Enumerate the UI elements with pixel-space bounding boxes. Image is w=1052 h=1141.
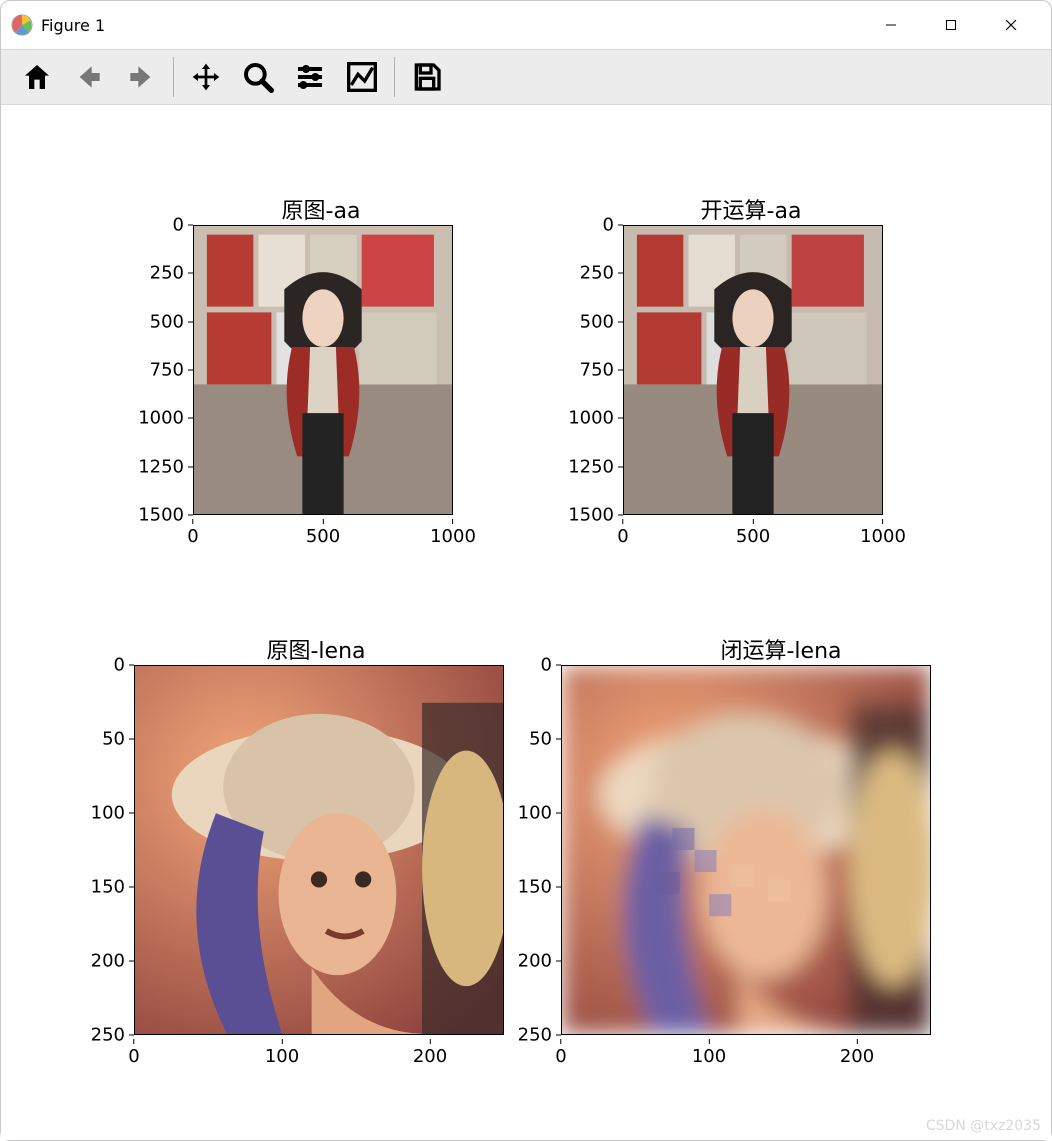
axes-image [561,665,931,1035]
toolbar-separator [394,57,395,97]
back-button[interactable] [65,55,113,99]
maximize-button[interactable] [921,1,981,49]
image-placeholder [194,226,452,514]
titlebar: Figure 1 [1,1,1051,49]
tick-label: 0 [603,215,614,236]
y-axis-ticks: 0 50 100 150 200 250 [483,665,561,1035]
tick-label: 250 [518,1025,552,1046]
forward-button[interactable] [117,55,165,99]
tick-label: 200 [518,951,552,972]
tick-label: 500 [150,311,184,332]
tick-label: 0 [555,1046,566,1067]
figure-window: Figure 1 [0,0,1052,1141]
subplot-3: 闭运算-lena [521,635,981,1075]
home-button[interactable] [13,55,61,99]
axes-image [193,225,453,515]
x-axis-ticks: 0 100 200 [561,1035,931,1065]
y-axis-ticks: 0 50 100 150 200 250 [56,665,134,1035]
watermark: CSDN @txz2035 [926,1118,1041,1134]
tick-label: 1500 [138,505,184,526]
x-axis-ticks: 0 100 200 [134,1035,504,1065]
tick-label: 0 [128,1046,139,1067]
home-icon [21,61,53,93]
tick-label: 1000 [430,526,476,547]
tick-label: 100 [518,803,552,824]
zoom-icon [242,61,274,93]
tick-label: 0 [541,655,552,676]
tick-label: 1250 [568,456,614,477]
tick-label: 200 [413,1046,447,1067]
tick-label: 250 [580,263,614,284]
tick-label: 500 [306,526,340,547]
tick-label: 1500 [568,505,614,526]
chart-line-icon [346,61,378,93]
pan-icon [190,61,222,93]
figure-canvas[interactable]: 原图-aa [1,105,1051,1140]
x-axis-ticks: 0 500 1000 [623,515,883,545]
tick-label: 1000 [860,526,906,547]
tick-label: 750 [150,360,184,381]
sliders-icon [294,61,326,93]
back-arrow-icon [73,61,105,93]
tick-label: 50 [102,729,125,750]
y-axis-ticks: 0 250 500 750 1000 1250 1500 [121,225,193,515]
configure-subplots-button[interactable] [286,55,334,99]
subplot-title: 原图-lena [86,633,546,665]
save-icon [411,61,443,93]
tick-label: 50 [529,729,552,750]
window-title: Figure 1 [41,16,105,35]
x-axis-ticks: 0 500 1000 [193,515,453,545]
pan-button[interactable] [182,55,230,99]
matplotlib-toolbar [1,49,1051,105]
tick-label: 150 [518,877,552,898]
tick-label: 0 [187,526,198,547]
subplot-0: 原图-aa [121,195,521,545]
tick-label: 0 [617,526,628,547]
image-placeholder [135,666,503,1034]
zoom-button[interactable] [234,55,282,99]
forward-arrow-icon [125,61,157,93]
minimize-button[interactable] [861,1,921,49]
tick-label: 0 [173,215,184,236]
tick-label: 200 [840,1046,874,1067]
save-button[interactable] [403,55,451,99]
axes-image [134,665,504,1035]
tick-label: 1000 [138,408,184,429]
tick-label: 500 [736,526,770,547]
matplotlib-icon [11,14,33,36]
edit-axes-button[interactable] [338,55,386,99]
close-button[interactable] [981,1,1041,49]
toolbar-separator [173,57,174,97]
tick-label: 150 [91,877,125,898]
tick-label: 100 [91,803,125,824]
tick-label: 250 [91,1025,125,1046]
tick-label: 100 [265,1046,299,1067]
subplot-2: 原图-lena [56,635,516,1075]
tick-label: 500 [580,311,614,332]
tick-label: 1000 [568,408,614,429]
image-placeholder [562,666,930,1034]
tick-label: 200 [91,951,125,972]
window-controls [861,1,1041,49]
tick-label: 1250 [138,456,184,477]
subplot-1: 开运算-aa [551,195,951,545]
tick-label: 100 [692,1046,726,1067]
subplot-title: 闭运算-lena [551,633,1011,665]
tick-label: 0 [114,655,125,676]
axes-image [623,225,883,515]
tick-label: 250 [150,263,184,284]
image-placeholder [624,226,882,514]
y-axis-ticks: 0 250 500 750 1000 1250 1500 [551,225,623,515]
tick-label: 750 [580,360,614,381]
